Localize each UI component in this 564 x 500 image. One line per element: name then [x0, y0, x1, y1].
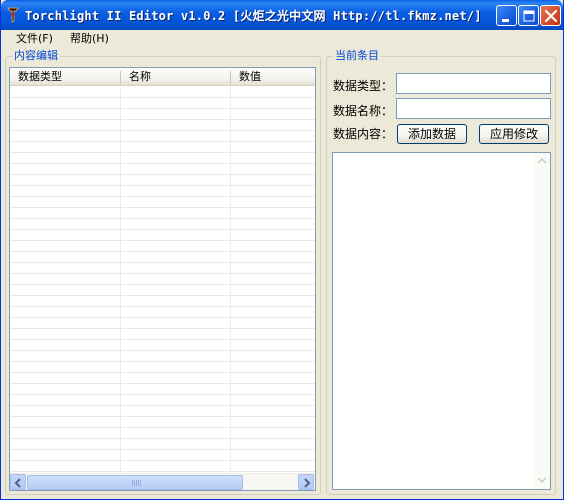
data-type-input[interactable]	[396, 73, 551, 94]
arrow-right-icon	[304, 478, 311, 488]
column-gridline	[230, 87, 231, 473]
column-header-name[interactable]: 名称	[121, 68, 231, 86]
horizontal-scroll-thumb[interactable]	[27, 475, 243, 490]
minimize-icon	[502, 19, 509, 22]
grip-icon	[132, 480, 141, 486]
horizontal-scrollbar[interactable]	[10, 473, 315, 490]
column-header-data-type[interactable]: 数据类型	[10, 68, 120, 86]
app-window: Torchlight II Editor v1.0.2 [火炬之光中文网 Htt…	[0, 0, 564, 500]
data-content-textarea[interactable]	[332, 152, 551, 490]
menu-help[interactable]: 帮助(H)	[68, 31, 111, 47]
column-header-value[interactable]: 数值	[231, 68, 315, 86]
content-edit-group-label: 内容编辑	[12, 49, 60, 63]
close-button[interactable]	[540, 5, 561, 26]
window-title: Torchlight II Editor v1.0.2 [火炬之光中文网 Htt…	[25, 9, 482, 23]
scroll-right-button[interactable]	[298, 474, 314, 490]
vertical-scrollbar[interactable]	[534, 153, 550, 489]
data-name-label: 数据名称：	[333, 104, 394, 118]
apply-changes-button[interactable]: 应用修改	[479, 124, 549, 144]
menu-bar: 文件(F) 帮助(H)	[1, 30, 563, 48]
minimize-button[interactable]	[496, 5, 517, 26]
list-header: 数据类型 名称 数值	[10, 68, 315, 86]
data-name-input[interactable]	[396, 98, 551, 119]
arrow-down-icon[interactable]	[538, 476, 546, 484]
arrow-left-icon	[14, 478, 21, 488]
scroll-left-button[interactable]	[10, 474, 26, 490]
data-type-label: 数据类型：	[333, 79, 394, 93]
list-rows-area[interactable]	[10, 87, 315, 473]
maximize-button[interactable]	[518, 5, 539, 26]
title-bar[interactable]: Torchlight II Editor v1.0.2 [火炬之光中文网 Htt…	[1, 0, 563, 30]
add-data-button[interactable]: 添加数据	[397, 124, 467, 144]
data-content-label: 数据内容：	[333, 127, 394, 141]
maximize-icon	[523, 10, 535, 22]
current-entry-group-label: 当前条目	[333, 49, 381, 63]
close-icon	[544, 9, 558, 23]
column-gridline	[120, 87, 121, 473]
arrow-up-icon[interactable]	[538, 157, 546, 165]
menu-file[interactable]: 文件(F)	[14, 31, 55, 47]
data-list-view[interactable]: 数据类型 名称 数值	[9, 67, 316, 491]
torchlight-app-icon	[7, 7, 19, 23]
